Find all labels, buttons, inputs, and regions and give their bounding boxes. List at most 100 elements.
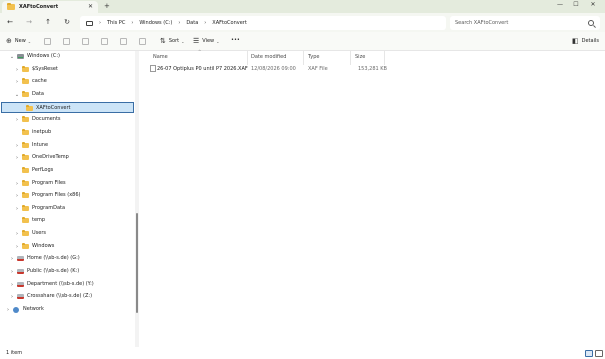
table-row[interactable]: 26-07 Optiplus P0 until P7 2026.XAF 12/0… (148, 63, 388, 74)
search-icon (588, 20, 594, 26)
chevron-right-icon[interactable]: › (14, 181, 20, 187)
paste-icon[interactable] (82, 38, 89, 45)
sort-button[interactable]: ⇅ Sort ⌄ (160, 37, 184, 45)
chevron-right-icon[interactable]: › (9, 294, 15, 300)
copy-icon[interactable] (63, 38, 70, 45)
details-button[interactable]: ◧ Details (572, 37, 599, 45)
sidebar-item-windows[interactable]: › Windows (0, 241, 135, 252)
address-bar[interactable]: › This PC › Windows (C:) › Data › XAFtoC… (80, 16, 446, 30)
sidebar-item-documents[interactable]: › Documents (0, 114, 135, 125)
sidebar-item-label: OneDriveTemp (32, 154, 69, 161)
nav-scrollbar-thumb[interactable] (136, 213, 138, 313)
network-drive-icon (17, 269, 24, 275)
sidebar-item-public-sb-s-de-k[interactable]: › Public (\\sb-s.de) (K:) (0, 266, 135, 277)
sidebar-item-sysreset[interactable]: › $SysReset (0, 64, 135, 75)
sort-icon: ⇅ (160, 37, 166, 45)
column-header-name[interactable]: Name (153, 54, 168, 60)
sidebar-item-windows-c[interactable]: ⌄ Windows (C:) (0, 51, 135, 62)
chevron-down-icon: ⌄ (216, 38, 220, 44)
chevron-right-icon[interactable]: › (5, 307, 11, 313)
chevron-down-icon: ⌄ (27, 38, 32, 44)
sidebar-item-program-files[interactable]: › Program Files (0, 178, 135, 189)
share-icon[interactable] (120, 38, 127, 45)
delete-icon[interactable] (139, 38, 146, 45)
column-header-type[interactable]: Type (308, 54, 319, 60)
cut-icon[interactable] (44, 38, 51, 45)
sidebar-item-users[interactable]: › Users (0, 228, 135, 239)
sidebar-item-program-files-x86[interactable]: › Program Files (x86) (0, 190, 135, 201)
sidebar-item-department-sb-s-de-y[interactable]: › Department (\\sb-s.de) (Y:) (0, 279, 135, 290)
file-icon (150, 65, 156, 72)
sidebar-item-inetpub[interactable]: inetpub (0, 127, 135, 138)
chevron-right-icon[interactable]: › (14, 193, 20, 199)
folder-icon (22, 204, 29, 211)
chevron-down-icon[interactable]: ⌄ (9, 54, 15, 60)
back-button[interactable]: ← (4, 18, 16, 26)
chevron-right-icon[interactable]: › (14, 244, 20, 250)
sidebar-item-cache[interactable]: › cache (0, 76, 135, 87)
sidebar-item-crossshare-sb-s-de-z[interactable]: › Crossshare (\\sb-s.de) (Z:) (0, 291, 135, 302)
chevron-right-icon[interactable]: › (14, 67, 20, 73)
sidebar-item-label: PerfLogs (32, 166, 54, 173)
minimize-button[interactable]: — (552, 1, 568, 8)
folder-icon (22, 65, 29, 72)
chevron-right-icon[interactable]: › (9, 269, 15, 275)
maximize-button[interactable]: ☐ (568, 1, 584, 8)
rename-icon[interactable] (101, 38, 108, 45)
sidebar-item-label: inetpub (32, 128, 52, 135)
sidebar-item-label: Department (\\sb-s.de) (Y:) (27, 280, 94, 287)
sidebar-item-label: Crossshare (\\sb-s.de) (Z:) (27, 293, 93, 300)
more-options-button[interactable]: ••• (231, 37, 240, 43)
chevron-right-icon[interactable]: › (14, 143, 20, 149)
chevron-right-icon[interactable]: › (14, 155, 20, 161)
monitor-icon (86, 20, 93, 26)
breadcrumb-xaftoconvert[interactable]: XAFtoConvert (212, 20, 247, 26)
breadcrumb-windows-c[interactable]: Windows (C:) (139, 20, 172, 26)
chevron-right-icon[interactable]: › (9, 256, 15, 262)
sidebar-item-home-sb-s-de-g[interactable]: › Home (\\sb-s.de) (G:) (0, 253, 135, 264)
sidebar-item-perflogs[interactable]: PerfLogs (0, 165, 135, 176)
tab-title: XAFtoConvert (19, 4, 59, 10)
sidebar-item-label: Network (23, 306, 44, 312)
close-window-button[interactable]: ✕ (585, 1, 601, 8)
sidebar-item-xaftoconvert[interactable]: XAFtoConvert (1, 101, 134, 113)
up-button[interactable]: ↑ (42, 18, 54, 26)
network-drive-icon (17, 281, 24, 287)
column-header-date-modified[interactable]: Date modified (251, 54, 286, 60)
close-tab-icon[interactable]: ✕ (88, 3, 93, 10)
details-label: Details (581, 38, 599, 44)
chevron-right-icon[interactable]: › (14, 206, 20, 212)
chevron-right-icon[interactable]: › (14, 231, 20, 237)
sidebar-item-network[interactable]: › Network (0, 304, 135, 315)
folder-icon (22, 90, 29, 97)
chevron-right-icon[interactable]: › (14, 79, 20, 85)
large-icons-view-icon[interactable] (595, 350, 603, 357)
sidebar-item-temp[interactable]: temp (0, 215, 135, 226)
sidebar-item-label: Users (32, 230, 47, 237)
forward-button[interactable]: → (23, 18, 35, 26)
sidebar-item-onedrivetemp[interactable]: › OneDriveTemp (0, 152, 135, 163)
breadcrumb-this-pc[interactable]: This PC (107, 20, 125, 26)
command-bar: ⊕ New ⌄ ⇅ Sort ⌄ ☰ View ⌄ ••• ◧ Details (0, 32, 605, 51)
sidebar-item-label: Intune (32, 141, 49, 148)
item-count: 1 item (6, 350, 23, 356)
column-header-size[interactable]: Size (355, 54, 365, 60)
sidebar-item-label: cache (32, 78, 47, 85)
sidebar-item-programdata[interactable]: › ProgramData (0, 203, 135, 214)
tab-xaftoconvert[interactable]: XAFtoConvert ✕ (2, 1, 98, 13)
chevron-right-icon[interactable]: › (9, 282, 15, 288)
new-button[interactable]: ⊕ New ⌄ (6, 37, 31, 45)
search-box[interactable]: Search XAFtoConvert (450, 16, 600, 30)
view-button[interactable]: ☰ View ⌄ (193, 37, 220, 45)
file-list: Name ^ Date modified Type Size 26-07 Opt… (140, 49, 605, 347)
chevron-right-icon[interactable]: › (14, 117, 20, 123)
sidebar-item-data[interactable]: ⌄ Data (0, 89, 135, 100)
refresh-button[interactable]: ↻ (61, 18, 73, 26)
new-tab-button[interactable]: + (104, 2, 110, 10)
sidebar-item-intune[interactable]: › Intune (0, 140, 135, 151)
search-input[interactable]: Search XAFtoConvert (455, 20, 588, 26)
breadcrumb-data[interactable]: Data (186, 20, 198, 26)
chevron-down-icon[interactable]: ⌄ (14, 92, 20, 98)
folder-icon (22, 128, 29, 135)
details-view-icon[interactable] (585, 350, 593, 357)
